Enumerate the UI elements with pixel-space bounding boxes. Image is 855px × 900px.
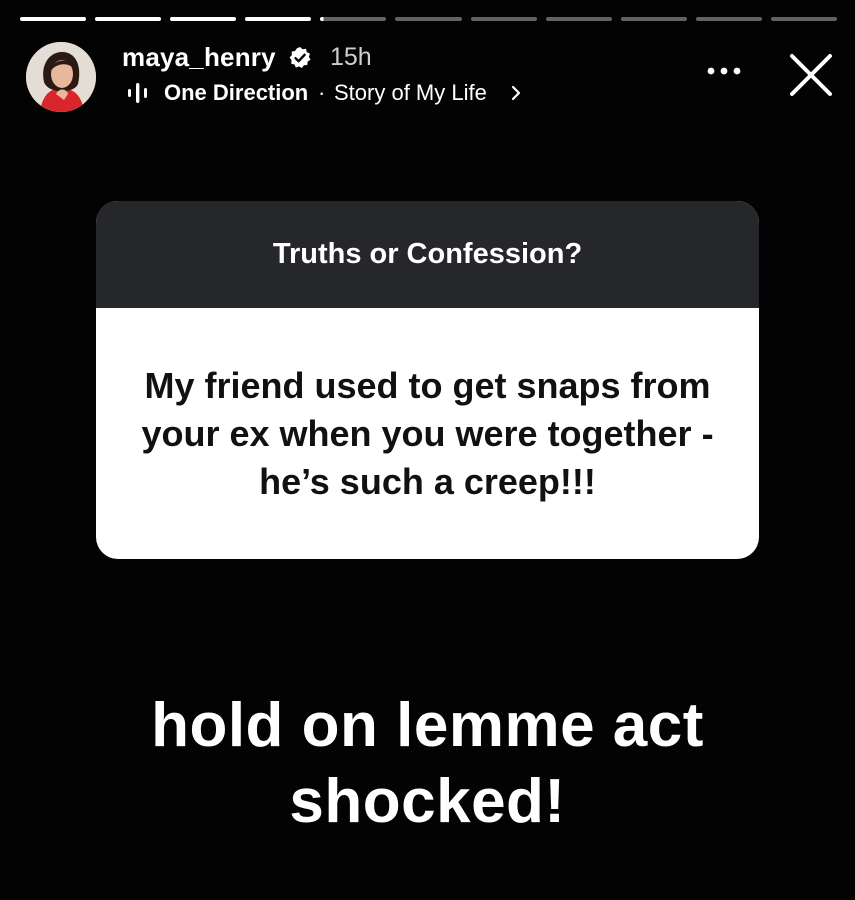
question-sticker[interactable]: Truths or Confession? My friend used to … xyxy=(96,201,759,559)
question-sticker-body: My friend used to get snaps from your ex… xyxy=(96,308,759,559)
progress-segment xyxy=(545,17,612,21)
chevron-right-icon[interactable] xyxy=(510,85,522,101)
progress-segment xyxy=(170,17,237,21)
music-artist[interactable]: One Direction xyxy=(164,80,308,106)
question-sticker-title: Truths or Confession? xyxy=(272,238,583,270)
progress-segment xyxy=(695,17,762,21)
story-viewer[interactable]: maya_henry 15h One Direction · Story of … xyxy=(0,0,855,900)
progress-segment xyxy=(245,17,312,21)
close-icon[interactable] xyxy=(788,52,834,98)
story-caption: hold on lemme act shocked! xyxy=(151,691,704,836)
music-separator: · xyxy=(318,80,326,105)
music-bars-icon xyxy=(128,83,147,103)
avatar[interactable] xyxy=(26,42,96,112)
progress-segment xyxy=(770,17,838,21)
music-song-title[interactable]: Story of My Life xyxy=(334,80,487,106)
username[interactable]: maya_henry xyxy=(122,42,276,73)
question-sticker-header: Truths or Confession? xyxy=(96,201,759,308)
progress-segment xyxy=(395,17,462,21)
story-progress-bar xyxy=(20,17,838,21)
progress-segment xyxy=(20,17,87,21)
post-time: 15h xyxy=(330,43,372,71)
progress-segment xyxy=(620,17,687,21)
question-text: My friend used to get snaps from your ex… xyxy=(141,364,714,502)
progress-segment xyxy=(95,17,162,21)
verified-badge-icon xyxy=(289,47,311,68)
more-options-icon[interactable] xyxy=(706,66,742,76)
progress-segment-current xyxy=(320,17,387,21)
progress-segment xyxy=(470,17,537,21)
